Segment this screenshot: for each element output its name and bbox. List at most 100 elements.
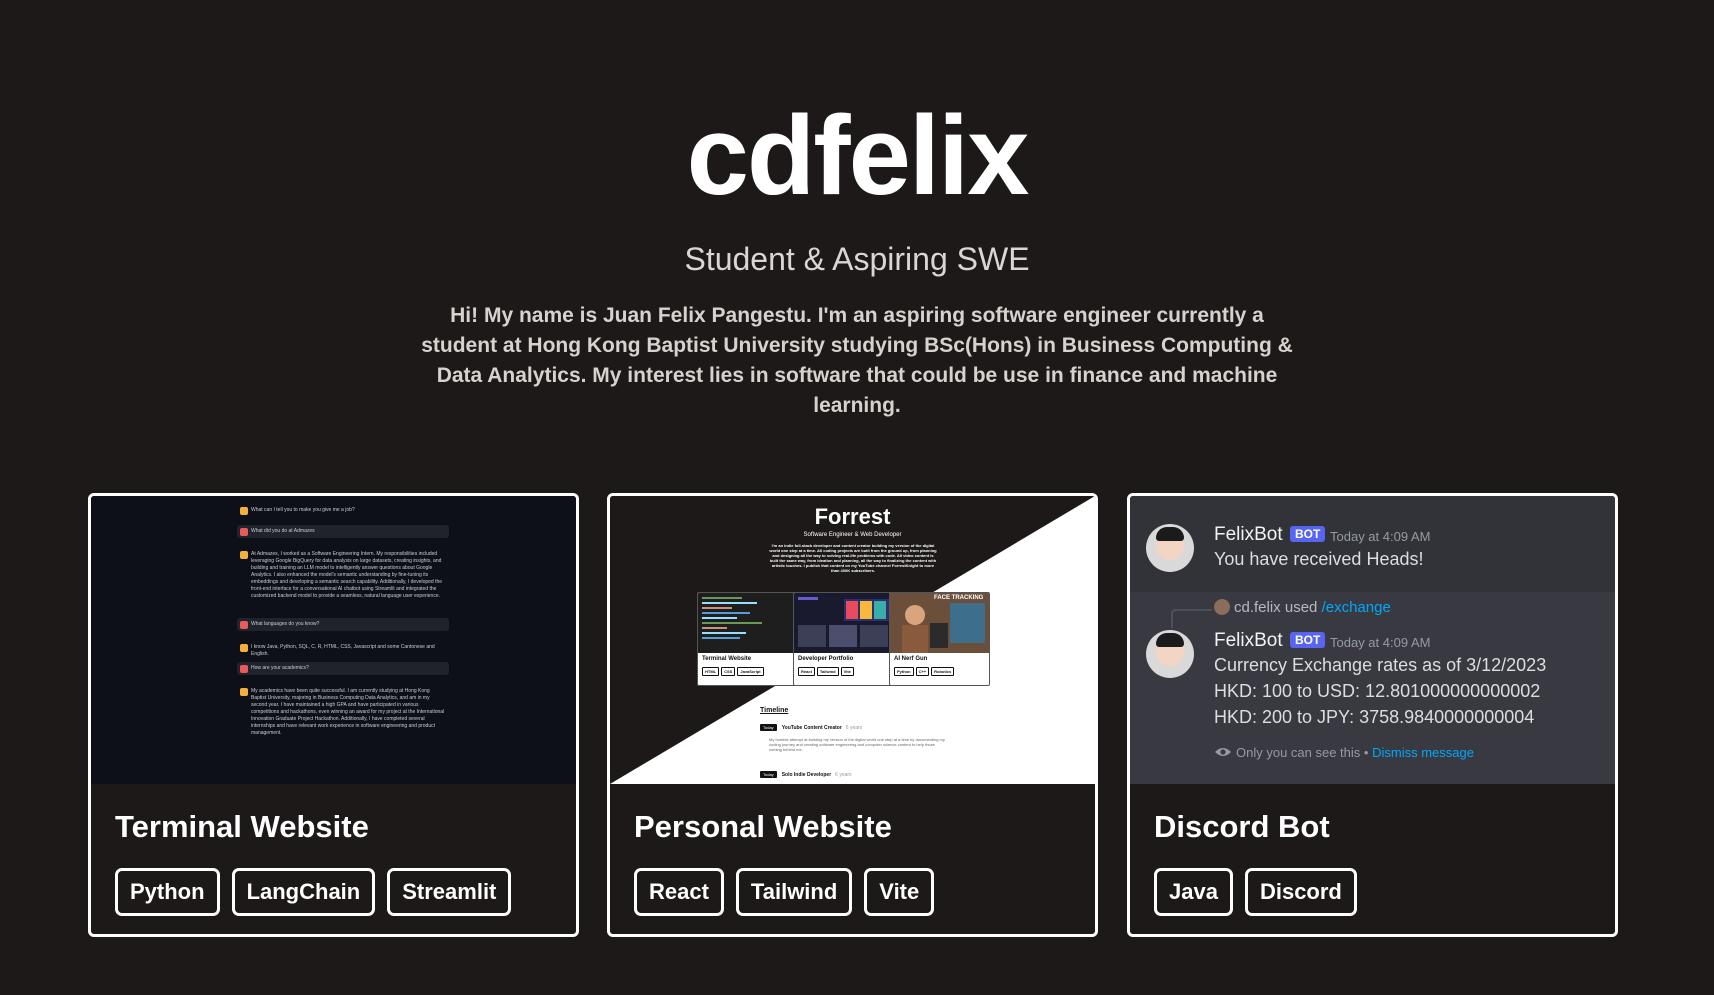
ephemeral-text: Only you can see this [1236, 745, 1361, 760]
preview-timeline-heading: Timeline [760, 707, 789, 714]
site-title: cdfelix [686, 93, 1030, 218]
preview-timeline-duration: 6 years [845, 725, 863, 731]
tag-react[interactable]: React [634, 868, 724, 916]
preview-project-title: Developer Portfolio [798, 656, 854, 662]
preview-timeline-duration: 6 years [835, 772, 852, 778]
project-title: Terminal Website [115, 809, 369, 844]
tag-discord[interactable]: Discord [1244, 868, 1357, 916]
nerf-gun-photo-image [890, 593, 989, 653]
terminal-website-preview: What can I tell you to make you give me … [91, 496, 576, 784]
reply-username: cd.felix [1234, 599, 1281, 616]
preview-timeline-item: Today YouTube Content Creator 6 years [760, 724, 862, 731]
tag-vite[interactable]: Vite [864, 868, 935, 916]
user-avatar-icon [240, 528, 248, 536]
tag-java[interactable]: Java [1154, 868, 1233, 916]
reply-command[interactable]: /exchange [1322, 599, 1391, 616]
project-title: Discord Bot [1154, 809, 1330, 844]
personal-website-preview: Forrest Software Engineer & Web Develope… [610, 496, 1095, 784]
message-timestamp: Today at 4:09 AM [1330, 529, 1431, 544]
project-title: Personal Website [634, 809, 892, 844]
preview-site-role: Software Engineer & Web Developer [803, 532, 902, 538]
preview-tag: React [798, 667, 815, 676]
preview-tag: CSS [721, 667, 736, 676]
preview-project-title: Terminal Website [702, 656, 752, 662]
reply-connector-icon [1171, 609, 1212, 628]
chat-message: I know Java, Python, SQL, C, R, HTML, CS… [237, 641, 449, 661]
project-card-personal-website[interactable]: Forrest Software Engineer & Web Develope… [607, 493, 1098, 937]
preview-project-card: Developer Portfolio React Tailwind Vite [793, 592, 894, 686]
message-line: Currency Exchange rates as of 3/12/2023 [1214, 655, 1547, 675]
chat-message-text: At Admazes, I worked as a Software Engin… [251, 551, 443, 599]
preview-tag: C++ [915, 667, 930, 676]
chat-message: How are your academics? [237, 662, 449, 675]
chat-message: What did you do at Admazes [237, 525, 449, 538]
chat-message-text: My academics have been quite successful.… [251, 688, 445, 736]
tag-tailwind[interactable]: Tailwind [735, 868, 853, 916]
message-line: HKD: 200 to JPY: 3758.9840000000004 [1214, 707, 1535, 727]
preview-tag: JavaScript [737, 667, 764, 676]
preview-tag: Robotics [931, 667, 955, 676]
message-line: HKD: 100 to USD: 12.801000000000002 [1214, 681, 1541, 701]
reply-used-label: used [1284, 599, 1318, 616]
bot-badge: BOT [1290, 632, 1326, 648]
chat-message: What languages do you know? [237, 618, 449, 631]
chat-message: What can I tell you to make you give me … [237, 504, 449, 517]
preview-site-name: Forrest [814, 504, 891, 529]
preview-project-card: Terminal Website HTML CSS JavaScript [697, 592, 798, 686]
preview-timeline-title: YouTube Content Creator [781, 725, 842, 731]
preview-project-title: AI Nerf Gun [894, 656, 928, 662]
command-reply-line: cd.felix used /exchange [1214, 599, 1391, 616]
preview-tag-list: Python C++ Robotics [894, 667, 955, 676]
tag-list: React Tailwind Vite [634, 868, 935, 916]
preview-tag-list: React Tailwind Vite [798, 667, 854, 676]
bot-avatar-icon [240, 644, 248, 652]
project-card-terminal-website[interactable]: What can I tell you to make you give me … [88, 493, 579, 937]
chat-message-text: What languages do you know? [251, 621, 320, 627]
tag-list: Python LangChain Streamlit [115, 868, 512, 916]
project-card-discord-bot[interactable]: FelixBot BOT Today at 4:09 AM You have r… [1127, 493, 1618, 937]
tag-python[interactable]: Python [115, 868, 220, 916]
bot-badge: BOT [1290, 526, 1326, 542]
preview-timeline-badge: Today [760, 771, 777, 778]
preview-image-overlay-text: FACE TRACKING [934, 595, 984, 601]
eye-icon [1215, 748, 1231, 756]
user-avatar-icon [1214, 599, 1230, 615]
site-subtitle: Student & Aspiring SWE [684, 241, 1030, 277]
bot-name: FelixBot [1214, 524, 1283, 545]
preview-timeline-title: Solo Indie Developer [781, 772, 832, 778]
preview-project-card: FACE TRACKING AI Nerf Gun Python C++ Rob… [889, 592, 990, 686]
tag-list: Java Discord [1154, 868, 1357, 916]
chat-message: At Admazes, I worked as a Software Engin… [237, 548, 449, 603]
bot-avatar [1146, 524, 1194, 572]
dismiss-message-link[interactable]: Dismiss message [1372, 745, 1474, 760]
preview-tag-list: HTML CSS JavaScript [702, 667, 764, 676]
bot-avatar [1146, 630, 1194, 678]
user-avatar-icon [240, 665, 248, 673]
chat-message-text: What can I tell you to make you give me … [251, 507, 355, 513]
tag-langchain[interactable]: LangChain [231, 868, 376, 916]
preview-timeline-description: My humble attempt at building my version… [769, 737, 945, 752]
preview-tag: Python [894, 667, 914, 676]
preview-timeline-item: Today Solo Indie Developer 6 years [760, 771, 852, 778]
discord-bot-preview: FelixBot BOT Today at 4:09 AM You have r… [1130, 496, 1615, 784]
preview-tag: Vite [840, 667, 854, 676]
portfolio-screenshot-image [794, 593, 893, 653]
message-text: Currency Exchange rates as of 3/12/2023 … [1214, 652, 1546, 730]
chat-message-text: How are your academics? [251, 665, 309, 671]
bio-paragraph: Hi! My name is Juan Felix Pangestu. I'm … [421, 304, 1293, 417]
tag-streamlit[interactable]: Streamlit [387, 868, 512, 916]
message-text: You have received Heads! [1214, 549, 1424, 569]
preview-tag: HTML [702, 667, 720, 676]
bot-avatar-icon [240, 551, 248, 559]
ephemeral-notice: Only you can see this • Dismiss message [1214, 745, 1474, 760]
terminal-screenshot-image [698, 593, 797, 653]
chat-message: My academics have been quite successful.… [237, 685, 449, 740]
user-avatar-icon [240, 621, 248, 629]
preview-site-bio: I'm an indie full-stack developer and co… [769, 543, 937, 573]
preview-tag: Tailwind [816, 667, 839, 676]
bot-name: FelixBot [1214, 630, 1283, 651]
message-timestamp: Today at 4:09 AM [1330, 635, 1431, 650]
chat-message-text: I know Java, Python, SQL, C, R, HTML, CS… [251, 644, 435, 657]
chat-message-text: What did you do at Admazes [251, 528, 315, 534]
preview-timeline-badge: Today [760, 724, 777, 731]
